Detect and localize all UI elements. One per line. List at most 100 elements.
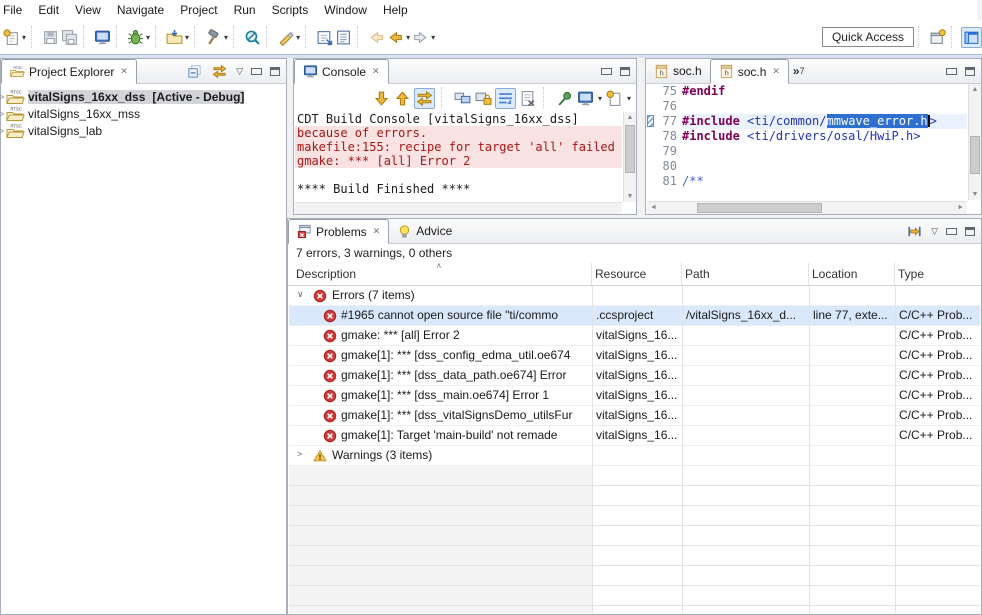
menu-run[interactable]: Run [226, 0, 264, 20]
ccs-edit-perspective-button[interactable] [961, 27, 982, 48]
menu-navigate[interactable]: Navigate [109, 0, 172, 20]
menu-edit[interactable]: Edit [30, 0, 67, 20]
minimize-icon[interactable] [946, 228, 957, 235]
column-divider[interactable] [808, 263, 809, 285]
tab-project-explorer[interactable]: Project Explorer ✕ [1, 59, 137, 84]
tab-soc-h-2[interactable]: soc.h ✕ [710, 59, 789, 84]
last-edit-location-button[interactable] [367, 28, 386, 47]
minimize-icon[interactable] [601, 68, 612, 75]
scroll-up-arrow-icon[interactable]: ▲ [969, 86, 981, 93]
table-row[interactable]: #1965 cannot open source file "ti/commo … [289, 306, 980, 326]
column-header-location[interactable]: Location [812, 267, 857, 281]
lock-console-button[interactable] [474, 89, 493, 108]
console-vertical-scrollbar[interactable]: ▲ ▼ [623, 112, 636, 202]
open-console-dropdown-icon[interactable]: ▾ [598, 94, 602, 103]
tree-item-vitalsigns-16xx-dss[interactable]: > vitalSigns_16xx_dss[Active - Debug] [1, 88, 286, 105]
menu-scripts[interactable]: Scripts [264, 0, 317, 20]
scroll-up-arrow-icon[interactable]: ▲ [624, 114, 636, 121]
scroll-left-arrow-icon[interactable]: ◄ [650, 204, 657, 211]
new-dropdown-icon[interactable]: ▾ [22, 33, 26, 42]
table-row[interactable]: gmake[1]: Target 'main-build' not remade… [289, 426, 980, 446]
view-menu-icon[interactable]: ▽ [236, 66, 243, 77]
load-program-button[interactable] [165, 28, 184, 47]
column-divider[interactable] [681, 263, 682, 285]
pin-console-button[interactable] [555, 89, 574, 108]
back-dropdown-icon[interactable]: ▾ [406, 33, 410, 42]
warnings-group-row[interactable]: > Warnings (3 items) [289, 446, 980, 466]
link-with-editor-button[interactable] [211, 63, 228, 80]
menu-window[interactable]: Window [316, 0, 375, 20]
save-all-button[interactable] [60, 28, 79, 47]
open-console-button[interactable] [576, 89, 595, 108]
highlight-button[interactable] [276, 28, 295, 47]
table-row[interactable]: gmake[1]: *** [dss_main.oe674] Error 1 v… [289, 386, 980, 406]
open-element-button[interactable] [334, 28, 353, 47]
menu-file[interactable]: File [0, 0, 30, 20]
chevron-right-icon[interactable]: > [297, 449, 302, 459]
errors-group-row[interactable]: ∨ Errors (7 items) [289, 286, 980, 306]
maximize-icon[interactable] [620, 67, 630, 76]
column-header-path[interactable]: Path [685, 267, 710, 281]
minimize-icon[interactable] [251, 68, 262, 75]
code-editor[interactable]: 75#endif 76 77#include <ti/common/mmwave… [647, 84, 967, 200]
editor-vertical-scrollbar[interactable]: ▲ ▼ [968, 84, 981, 200]
maximize-icon[interactable] [965, 67, 975, 76]
maximize-icon[interactable] [270, 67, 280, 76]
column-header-type[interactable]: Type [898, 267, 924, 281]
editor-horizontal-scrollbar[interactable]: ◄ ► [647, 201, 967, 214]
maximize-icon[interactable] [965, 227, 975, 236]
column-divider[interactable] [894, 263, 895, 285]
save-button[interactable] [41, 28, 60, 47]
close-icon[interactable]: ✕ [120, 66, 128, 77]
scrollbar-thumb[interactable] [970, 136, 980, 174]
quick-access-button[interactable]: Quick Access [822, 27, 914, 47]
search-button[interactable] [243, 28, 262, 47]
forward-button[interactable] [411, 28, 430, 47]
new-console-dropdown-icon[interactable]: ▾ [627, 94, 631, 103]
scroll-down-arrow-icon[interactable]: ▼ [624, 193, 636, 200]
filter-button[interactable] [906, 223, 923, 240]
hidden-editors-icon[interactable]: » [793, 64, 800, 78]
close-icon[interactable]: ✕ [372, 66, 380, 77]
display-selected-console-button[interactable] [453, 89, 472, 108]
scrollbar-thumb[interactable] [625, 125, 635, 173]
view-menu-icon[interactable]: ▽ [931, 226, 938, 237]
scroll-up-button[interactable] [393, 89, 412, 108]
scroll-right-arrow-icon[interactable]: ► [957, 204, 964, 211]
open-resource-button[interactable] [315, 28, 334, 47]
close-icon[interactable]: ✕ [772, 66, 780, 77]
chevron-down-icon[interactable]: ∨ [297, 289, 304, 300]
column-header-resource[interactable]: Resource [595, 267, 646, 281]
console-output[interactable]: CDT Build Console [vitalSigns_16xx_dss] … [295, 112, 622, 202]
build-dropdown-icon[interactable]: ▾ [224, 33, 228, 42]
close-icon[interactable]: ✕ [373, 226, 381, 237]
word-wrap-button[interactable] [495, 88, 516, 109]
link-console-button[interactable] [414, 88, 435, 109]
menu-view[interactable]: View [67, 0, 109, 20]
table-row[interactable]: gmake: *** [all] Error 2 vitalSigns_16..… [289, 326, 980, 346]
debug-dropdown-icon[interactable]: ▾ [146, 33, 150, 42]
console-horizontal-scrollbar[interactable] [295, 202, 622, 214]
show-console-button[interactable] [93, 28, 112, 47]
tab-problems[interactable]: Problems ✕ [288, 219, 389, 244]
tree-item-vitalsigns-16xx-mss[interactable]: > vitalSigns_16xx_mss [1, 105, 286, 122]
build-button[interactable] [204, 28, 223, 47]
new-console-button[interactable] [605, 89, 624, 108]
clear-console-button[interactable] [518, 89, 537, 108]
tab-advice[interactable]: Advice [389, 219, 460, 244]
column-header-description[interactable]: Description [296, 267, 356, 281]
minimize-icon[interactable] [946, 68, 957, 75]
table-row[interactable]: gmake[1]: *** [dss_data_path.oe674] Erro… [289, 366, 980, 386]
debug-button[interactable] [126, 28, 145, 47]
new-button[interactable] [2, 28, 21, 47]
scrollbar-thumb[interactable] [697, 203, 822, 213]
load-dropdown-icon[interactable]: ▾ [185, 33, 189, 42]
menu-help[interactable]: Help [375, 0, 416, 20]
forward-dropdown-icon[interactable]: ▾ [431, 33, 435, 42]
tree-item-vitalsigns-lab[interactable]: > vitalSigns_lab [1, 122, 286, 139]
collapse-all-button[interactable] [186, 63, 203, 80]
scroll-down-arrow-icon[interactable]: ▼ [969, 191, 981, 198]
open-perspective-button[interactable] [928, 28, 947, 47]
table-row[interactable]: gmake[1]: *** [dss_config_edma_util.oe67… [289, 346, 980, 366]
menu-project[interactable]: Project [172, 0, 225, 20]
